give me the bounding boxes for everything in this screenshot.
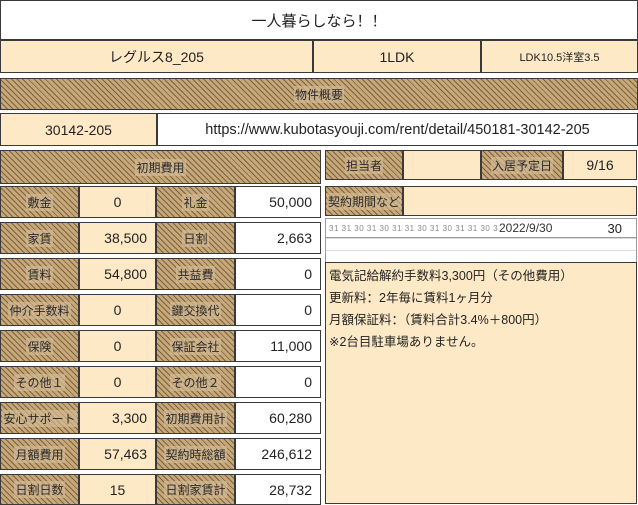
fee-value[interactable]: 0 <box>235 366 321 398</box>
property-name[interactable]: レグルス8_205 <box>0 40 313 73</box>
fee-value[interactable]: 15 <box>79 474 156 505</box>
fee-label-text: 契約時総額 <box>164 445 227 463</box>
fee-label-text: 日割家賃計 <box>164 481 227 498</box>
fee-label-text: 敷金 <box>26 193 53 211</box>
fee-label: 礼金 <box>156 186 235 218</box>
fee-value[interactable]: 0 <box>79 330 156 362</box>
notes-box[interactable]: 電気記給解約手数料3,300円（その他費用） 更新料：2年毎に賃料1ヶ月分 月額… <box>325 262 637 504</box>
calendar-strip: 31 31 30 31 30 31 31 30 31 30 31 31 30 3… <box>325 218 637 238</box>
contract-note-label-text: 契約期間など <box>326 192 401 210</box>
fee-label: 賃料 <box>0 258 79 290</box>
fee-value[interactable]: 38,500 <box>79 222 156 254</box>
fee-label-text: 家賃 <box>26 229 53 247</box>
fee-label: 日割家賃計 <box>156 474 235 505</box>
fee-value[interactable]: 0 <box>79 294 156 326</box>
calendar-date[interactable]: 2022/9/30 <box>499 221 591 235</box>
fee-label-text: その他１ <box>14 373 65 391</box>
fee-label-text: 日割日数 <box>14 481 65 498</box>
fee-label: 安心サポート <box>0 402 79 434</box>
fee-label: その他２ <box>156 366 235 398</box>
fee-label-text: 初期費用計 <box>164 409 227 427</box>
empty-grid-area <box>325 238 637 262</box>
fee-label-text: 賃料 <box>26 265 53 283</box>
property-url[interactable]: https://www.kubotasyouji.com/rent/detail… <box>157 113 638 146</box>
fee-label: 契約時総額 <box>156 438 235 470</box>
fee-label: 鍵交換代 <box>156 294 235 326</box>
fee-value[interactable]: 246,612 <box>235 438 321 470</box>
property-id[interactable]: 30142-205 <box>0 113 157 146</box>
property-layout[interactable]: 1LDK <box>313 40 481 73</box>
fee-value[interactable]: 11,000 <box>235 330 321 362</box>
fee-label-text: 共益費 <box>176 265 215 283</box>
fee-label: 日割 <box>156 222 235 254</box>
fee-label: 初期費用計 <box>156 402 235 434</box>
calendar-days[interactable]: 30 <box>591 221 636 236</box>
property-overview-label: 物件概要 <box>0 78 638 110</box>
note-line: 更新料：2年毎に賃料1ヶ月分 <box>329 291 493 305</box>
fee-label-text: 安心サポート <box>2 409 77 427</box>
fee-label: 日割日数 <box>0 474 79 505</box>
fee-label-text: 仲介手数料 <box>8 301 71 319</box>
fee-label: 家賃 <box>0 222 79 254</box>
person-label: 担当者 <box>325 150 403 180</box>
property-room-detail[interactable]: LDK10.5洋室3.5 <box>481 40 638 73</box>
note-line: 電気記給解約手数料3,300円（その他費用） <box>329 269 573 283</box>
fee-label: 月額費用 <box>0 438 79 470</box>
fee-label-text: 保険 <box>26 337 53 355</box>
fee-value[interactable]: 60,280 <box>235 402 321 434</box>
fee-value[interactable]: 50,000 <box>235 186 321 218</box>
fee-value[interactable]: 57,463 <box>79 438 156 470</box>
fee-value[interactable]: 0 <box>79 186 156 218</box>
fee-label-text: 鍵交換代 <box>170 301 221 319</box>
move-in-label: 入居予定日 <box>481 150 563 180</box>
fee-value[interactable]: 2,663 <box>235 222 321 254</box>
fees-header: 初期費用 <box>0 150 321 184</box>
fee-value[interactable]: 0 <box>235 258 321 290</box>
property-overview-label-text: 物件概要 <box>293 85 344 103</box>
note-line: ※2台目駐車場ありません。 <box>329 335 484 349</box>
fee-value[interactable]: 0 <box>79 366 156 398</box>
fee-value[interactable]: 3,300 <box>79 402 156 434</box>
note-line: 月額保証料：（賃料合計3.4%＋800円） <box>329 313 548 327</box>
fee-label-text: 保証会社 <box>170 337 221 355</box>
contract-note-value[interactable] <box>403 186 637 216</box>
fee-label-text: 日割 <box>182 229 209 247</box>
fee-label: 敷金 <box>0 186 79 218</box>
sheet-title: 一人暮らしなら！！ <box>0 0 638 40</box>
move-in-label-text: 入居予定日 <box>490 156 553 174</box>
fee-value[interactable]: 28,732 <box>235 474 321 505</box>
calendar-ticks: 31 31 30 31 30 31 31 30 31 30 31 31 30 3… <box>329 223 499 233</box>
fee-label: 保険 <box>0 330 79 362</box>
fee-label: その他１ <box>0 366 79 398</box>
fee-label-text: その他２ <box>170 373 221 391</box>
person-label-text: 担当者 <box>344 156 383 174</box>
contract-note-label: 契約期間など <box>325 186 403 216</box>
fee-label: 保証会社 <box>156 330 235 362</box>
person-value[interactable] <box>403 150 481 180</box>
fee-value[interactable]: 54,800 <box>79 258 156 290</box>
fee-label: 仲介手数料 <box>0 294 79 326</box>
fee-label-text: 月額費用 <box>14 445 65 463</box>
fee-label-text: 礼金 <box>182 193 209 211</box>
fees-header-text: 初期費用 <box>135 158 186 176</box>
move-in-date[interactable]: 9/16 <box>563 150 637 180</box>
fee-label: 共益費 <box>156 258 235 290</box>
fee-value[interactable]: 0 <box>235 294 321 326</box>
